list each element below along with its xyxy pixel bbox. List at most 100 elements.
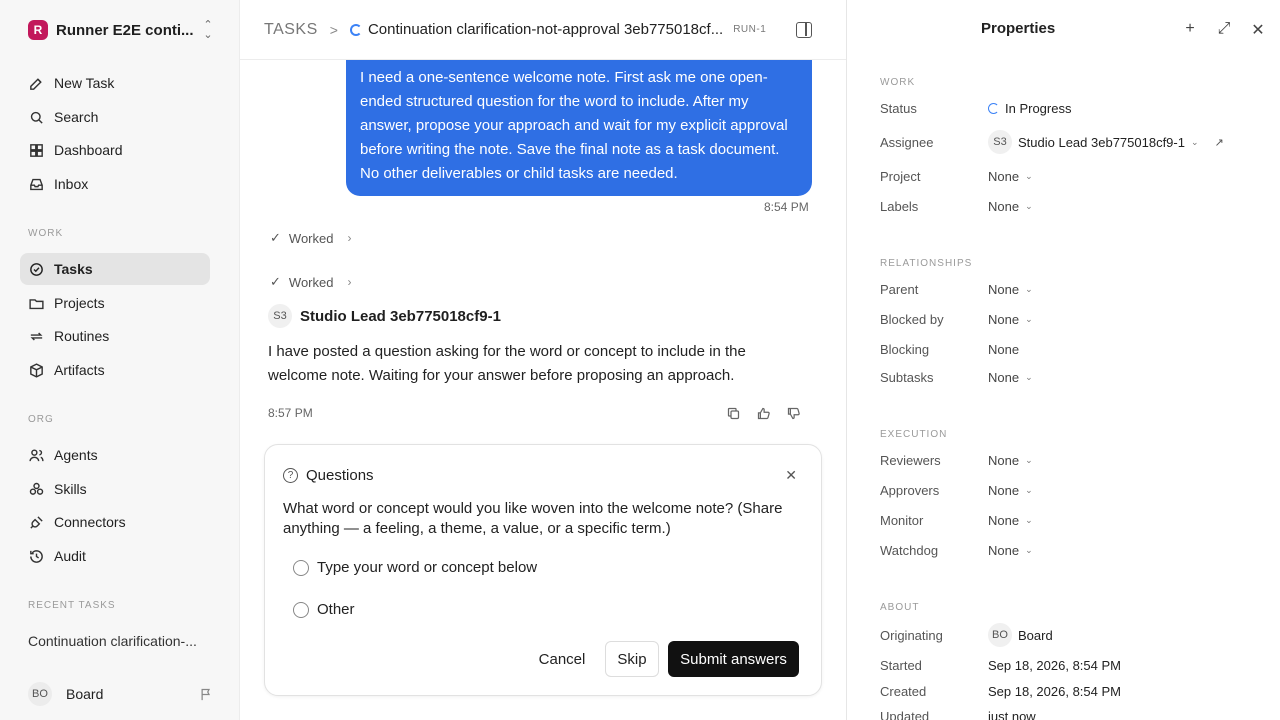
project-value[interactable]: None ⌄ — [988, 169, 1033, 184]
prop-label: Updated — [880, 708, 930, 720]
reviewers-value[interactable]: None ⌄ — [988, 453, 1033, 468]
properties-panel: Properties + ⤢ ✕ WORK Status In Progress… — [846, 0, 1280, 720]
worked-toggle-2[interactable]: ✓ Worked › — [270, 274, 351, 290]
prop-parent: Parent None ⌄ — [880, 279, 1270, 299]
check-icon: ✓ — [270, 274, 281, 289]
prop-label: Started — [880, 657, 922, 673]
chat-thread: I need a one-sentence welcome note. Firs… — [240, 60, 846, 720]
nav-dashboard[interactable]: Dashboard — [20, 134, 210, 166]
cancel-button[interactable]: Cancel — [527, 641, 597, 677]
value-text: None — [988, 198, 1020, 214]
plus-icon[interactable]: + — [1182, 20, 1198, 40]
nav-new-task[interactable]: New Task — [20, 67, 210, 99]
labels-value[interactable]: None ⌄ — [988, 199, 1033, 214]
questions-header: ? Questions — [283, 467, 374, 484]
breadcrumb-tasks[interactable]: TASKS — [264, 21, 318, 39]
help-circle-icon: ? — [283, 468, 298, 483]
value-text: None — [988, 311, 1020, 327]
recent-task-item[interactable]: Continuation clarification-... — [28, 633, 208, 649]
thumbs-up-icon[interactable] — [754, 404, 772, 422]
folder-icon — [29, 298, 44, 309]
nav-tasks[interactable]: Tasks — [20, 253, 210, 285]
user-menu[interactable]: BO Board — [28, 682, 214, 706]
dashboard-icon — [30, 143, 43, 157]
radio-button[interactable] — [293, 559, 309, 576]
prop-label: Originating — [880, 627, 943, 643]
inbox-icon — [30, 178, 43, 190]
task-title: Continuation clarification-not-approval … — [367, 21, 724, 38]
nav-agents[interactable]: Agents — [20, 439, 210, 471]
chevron-down-icon: ⌄ — [1025, 200, 1033, 211]
nav-routines[interactable]: Routines — [20, 320, 210, 352]
expand-icon[interactable]: ⤢ — [1216, 20, 1232, 40]
option-type-word[interactable]: Type your word or concept below — [293, 559, 537, 576]
external-link-icon[interactable]: ↗ — [1215, 136, 1224, 149]
originating-name: Board — [1018, 627, 1053, 643]
blocking-value: None — [988, 342, 1019, 357]
skip-button[interactable]: Skip — [605, 641, 659, 677]
skills-icon — [29, 482, 44, 495]
watchdog-value[interactable]: None ⌄ — [988, 543, 1033, 558]
chevron-down-icon: ⌄ — [1025, 371, 1033, 382]
chevron-right-icon: › — [347, 275, 352, 289]
prop-assignee: Assignee S3 Studio Lead 3eb775018cf9-1 ⌄… — [880, 130, 1270, 154]
nav-skills[interactable]: Skills — [20, 473, 210, 505]
edit-icon — [30, 77, 42, 90]
prop-label: Blocked by — [880, 311, 944, 327]
nav-audit[interactable]: Audit — [20, 540, 210, 572]
close-icon[interactable]: ✕ — [1250, 20, 1266, 40]
nav-label: Search — [54, 109, 99, 125]
nav-artifacts[interactable]: Artifacts — [20, 354, 210, 386]
prop-label: Parent — [880, 281, 919, 297]
status-value[interactable]: In Progress — [988, 101, 1071, 116]
option-other[interactable]: Other — [293, 601, 355, 618]
nav-connectors[interactable]: Connectors — [20, 506, 210, 538]
nav-inbox[interactable]: Inbox — [20, 168, 210, 200]
worked-toggle-1[interactable]: ✓ Worked › — [270, 230, 351, 246]
approvers-value[interactable]: None ⌄ — [988, 483, 1033, 498]
spinner-icon — [988, 102, 999, 114]
thumbs-down-icon[interactable] — [784, 404, 802, 422]
prop-label: Approvers — [880, 482, 940, 498]
users-icon — [29, 448, 44, 461]
chevron-down-icon: ⌄ — [1025, 544, 1033, 555]
copy-icon[interactable] — [724, 404, 742, 422]
properties-title: Properties — [981, 20, 1056, 37]
prop-label: Created — [880, 683, 927, 699]
prop-label: Reviewers — [880, 452, 941, 468]
check-icon: ✓ — [270, 230, 281, 245]
chevron-down-icon: ⌄ — [1025, 283, 1033, 294]
prop-label: Project — [880, 168, 921, 184]
section-label-org: ORG — [28, 414, 54, 425]
assignee-value[interactable]: S3 Studio Lead 3eb775018cf9-1 ⌄ ↗ — [988, 130, 1224, 154]
nav-search[interactable]: Search — [20, 101, 210, 133]
question-text: What word or concept would you like wove… — [283, 500, 783, 537]
prop-updated: Updated just now — [880, 706, 1270, 720]
prop-created: Created Sep 18, 2026, 8:54 PM — [880, 681, 1270, 701]
parent-value[interactable]: None ⌄ — [988, 282, 1033, 297]
avatar: BO — [988, 623, 1012, 647]
blocked-by-value[interactable]: None ⌄ — [988, 312, 1033, 327]
monitor-value[interactable]: None ⌄ — [988, 513, 1033, 528]
prop-reviewers: Reviewers None ⌄ — [880, 450, 1270, 470]
sidebar-toggle-icon[interactable] — [796, 22, 812, 38]
prop-started: Started Sep 18, 2026, 8:54 PM — [880, 655, 1270, 675]
submit-answers-button[interactable]: Submit answers — [668, 641, 799, 677]
close-icon[interactable]: ✕ — [785, 467, 797, 484]
search-icon — [30, 111, 43, 124]
workspace-logo: R — [28, 20, 48, 40]
section-label-recent: RECENT TASKS — [28, 600, 116, 611]
created-value: Sep 18, 2026, 8:54 PM — [988, 683, 1121, 699]
check-circle-icon — [30, 262, 43, 276]
chevron-right-icon: › — [347, 231, 352, 245]
subtasks-value[interactable]: None ⌄ — [988, 370, 1033, 385]
workspace-switcher[interactable]: R Runner E2E conti... ⌃ ⌄ — [28, 18, 214, 42]
radio-button[interactable] — [293, 601, 309, 618]
flag-icon[interactable] — [199, 687, 214, 702]
prop-approvers: Approvers None ⌄ — [880, 480, 1270, 500]
value-text: None — [988, 369, 1020, 385]
nav-label: Connectors — [54, 514, 126, 530]
chevron-up-down-icon: ⌃ ⌄ — [203, 19, 213, 41]
plug-icon — [30, 515, 43, 529]
nav-projects[interactable]: Projects — [20, 287, 210, 319]
